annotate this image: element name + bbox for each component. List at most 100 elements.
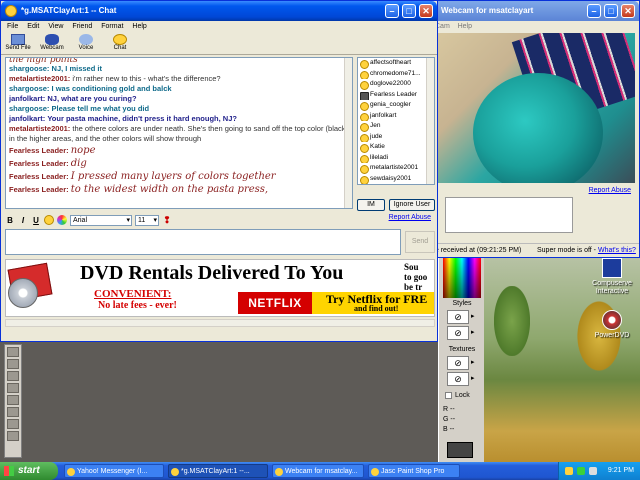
font-size-select[interactable]: 11 <box>135 214 159 226</box>
tool-icon[interactable] <box>7 395 19 405</box>
super-mode-status: Super mode is off - What's this? <box>537 244 636 258</box>
underline-button[interactable]: U <box>31 216 41 225</box>
start-button[interactable]: start <box>0 462 58 480</box>
clock: 9:21 PM <box>607 467 634 474</box>
arrow-icon[interactable]: ▸ <box>471 374 475 382</box>
arrow-icon[interactable]: ▸ <box>471 328 475 336</box>
whats-this-link[interactable]: What's this? <box>598 247 636 254</box>
lock-checkbox[interactable]: Lock <box>445 392 470 399</box>
menu-view[interactable]: View <box>48 21 63 33</box>
user-list-item[interactable]: metalartiste2001 <box>358 163 434 174</box>
netflix-ad-banner[interactable]: DVD Rentals Delivered To You CONVENIENT:… <box>5 259 435 317</box>
menu-edit[interactable]: Edit <box>27 21 39 33</box>
taskbar-button[interactable]: *g.MSATClayArt:1 --... <box>168 464 268 478</box>
message-username[interactable]: Fearless Leader: <box>9 159 69 168</box>
report-abuse-link[interactable]: Report Abuse <box>389 214 431 221</box>
bold-button[interactable]: B <box>5 216 15 225</box>
arrow-icon[interactable]: ▸ <box>471 358 475 366</box>
maximize-button[interactable]: □ <box>604 4 618 18</box>
paint-shop-pro-workspace <box>0 340 440 462</box>
yahoo-tray-icon[interactable] <box>565 467 573 475</box>
menu-format[interactable]: Format <box>101 21 123 33</box>
close-button[interactable]: ✕ <box>621 4 635 18</box>
ignore-user-button[interactable]: Ignore User <box>389 199 435 211</box>
webcam-titlebar[interactable]: Webcam for msatclayart – □ ✕ <box>429 1 639 21</box>
menu-help[interactable]: Help <box>132 21 146 33</box>
user-list-item[interactable]: Katie <box>358 142 434 153</box>
message-username[interactable]: shargoose: <box>9 64 49 73</box>
minimize-button[interactable]: – <box>385 4 399 18</box>
color-palette-icon[interactable] <box>57 215 67 225</box>
message-username[interactable]: shargoose: <box>9 104 49 113</box>
tool-icon[interactable] <box>7 347 19 357</box>
user-list-item[interactable]: affectsoftheart <box>358 58 434 69</box>
menu-file[interactable]: File <box>7 21 18 33</box>
volume-tray-icon[interactable] <box>589 467 597 475</box>
task-label: Webcam for msatclay... <box>285 468 358 475</box>
maximize-button[interactable]: □ <box>402 4 416 18</box>
desktop-icon-label: Compuserve Interactive <box>592 280 632 295</box>
texture-swatch-1[interactable]: ⊘ <box>447 356 469 370</box>
message-username[interactable]: metalartiste2001: <box>9 124 70 133</box>
message-username[interactable]: janfolkart: <box>9 94 45 103</box>
menu-friend[interactable]: Friend <box>72 21 92 33</box>
rgb-readout-g: G -- <box>443 416 456 423</box>
tool-icon[interactable] <box>7 407 19 417</box>
checkbox[interactable] <box>445 392 452 399</box>
close-button[interactable]: ✕ <box>419 4 433 18</box>
emoticon-icon[interactable] <box>44 215 54 225</box>
user-list-item[interactable]: doglove22000 <box>358 79 434 90</box>
message-username[interactable]: janfolkart: <box>9 114 45 123</box>
taskbar-button[interactable]: Yahoo! Messenger (I... <box>64 464 164 478</box>
style-swatch-2[interactable]: ⊘ <box>447 326 469 340</box>
arrow-icon[interactable]: ▸ <box>471 312 475 320</box>
network-tray-icon[interactable] <box>577 467 585 475</box>
webcam-title: Webcam for msatclayart <box>441 6 534 15</box>
message-username[interactable]: Fearless Leader: <box>9 185 69 194</box>
color-spectrum[interactable] <box>443 258 481 298</box>
user-list-item[interactable]: genia_coogler <box>358 100 434 111</box>
user-list-item[interactable]: Fearless Leader <box>358 90 434 100</box>
send-button[interactable]: Send <box>405 231 435 253</box>
desktop-icon-compuserve[interactable]: Compuserve Interactive <box>586 258 638 296</box>
style-swatch-1[interactable]: ⊘ <box>447 310 469 324</box>
texture-swatch-2[interactable]: ⊘ <box>447 372 469 386</box>
italic-button[interactable]: I <box>18 216 28 225</box>
message-username[interactable]: metalartiste2001: <box>9 74 70 83</box>
tool-icon[interactable] <box>7 383 19 393</box>
message-username[interactable]: shargoose: <box>9 84 49 93</box>
tool-icon[interactable] <box>7 419 19 429</box>
user-list-scrollbar[interactable] <box>426 58 434 184</box>
taskbar-button[interactable]: Webcam for msatclay... <box>272 464 364 478</box>
chat-button[interactable]: Chat <box>107 33 133 54</box>
minimize-button[interactable]: – <box>587 4 601 18</box>
alert-icon[interactable]: ❢ <box>162 215 172 226</box>
tool-icon[interactable] <box>7 359 19 369</box>
voice-button[interactable]: Voice <box>73 33 99 54</box>
message-text: I pressed many layers of colors together <box>70 171 276 182</box>
taskbar-button[interactable]: Jasc Paint Shop Pro <box>368 464 460 478</box>
user-list-item[interactable]: lileladi <box>358 153 434 163</box>
chat-titlebar[interactable]: *g.MSATClayArt:1 -- Chat – □ ✕ <box>1 1 437 21</box>
user-list-item[interactable]: janfolkart <box>358 111 434 121</box>
rgb-readout-b: B -- <box>443 426 455 433</box>
chat-horizontal-scrollbar[interactable] <box>5 319 435 327</box>
font-select[interactable]: Arial <box>70 214 132 226</box>
tool-icon[interactable] <box>7 371 19 381</box>
im-button[interactable]: IM <box>357 199 385 211</box>
user-list-item[interactable]: Jen <box>358 121 434 132</box>
report-abuse-link[interactable]: Report Abuse <box>589 187 631 194</box>
message-username[interactable]: Fearless Leader: <box>9 146 69 155</box>
user-list-item[interactable]: jude <box>358 132 434 142</box>
current-color-swatch[interactable] <box>447 442 473 458</box>
webcam-button[interactable]: Webcam <box>39 33 65 54</box>
send-file-button[interactable]: Send File <box>5 33 31 54</box>
tool-icon[interactable] <box>7 431 19 441</box>
desktop-icon-powerdvd[interactable]: PowerDVD <box>586 310 638 340</box>
chat-input-field[interactable] <box>5 229 401 255</box>
message-username[interactable]: Fearless Leader: <box>9 172 69 181</box>
menu-help[interactable]: Help <box>458 23 472 30</box>
message-scrollbar[interactable] <box>344 58 352 208</box>
user-list-item[interactable]: sewdaisy2001 <box>358 174 434 184</box>
user-list-item[interactable]: chromedome71... <box>358 69 434 79</box>
